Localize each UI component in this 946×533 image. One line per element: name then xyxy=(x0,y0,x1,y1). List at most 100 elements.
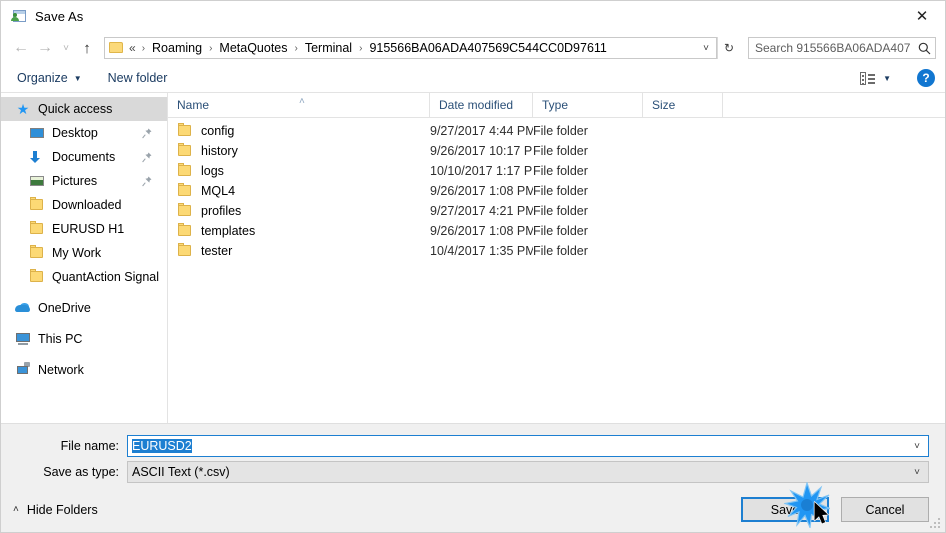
table-row[interactable]: templates 9/26/2017 1:08 PM File folder xyxy=(168,221,945,241)
chevron-down-icon[interactable]: ˅ xyxy=(696,43,716,54)
pin-icon xyxy=(142,128,152,139)
column-header-size[interactable]: Size xyxy=(643,93,723,117)
file-name-row: File name: EURUSD2 ˅ xyxy=(1,435,945,457)
folder-icon xyxy=(177,183,193,199)
file-name-value[interactable]: EURUSD2 xyxy=(128,439,906,453)
dialog-body: ★ Quick access Desktop Documents Picture… xyxy=(1,93,945,423)
file-name-label: tester xyxy=(201,244,233,258)
column-header-type[interactable]: Type xyxy=(533,93,643,117)
sidebar-item-my-work[interactable]: My Work xyxy=(1,241,167,265)
file-type-cell: File folder xyxy=(533,144,588,158)
breadcrumb-separator: › xyxy=(209,42,213,54)
file-list-pane: Name ˄ Date modified Type Size config 9/… xyxy=(168,93,945,423)
breadcrumb-item-terminal[interactable]: Terminal xyxy=(303,41,354,55)
file-name-input[interactable]: EURUSD2 ˅ xyxy=(127,435,929,457)
sort-ascending-icon: ˄ xyxy=(299,96,305,107)
column-header-date-modified[interactable]: Date modified xyxy=(430,93,533,117)
file-type-cell: File folder xyxy=(533,244,588,258)
file-name-cell: tester xyxy=(168,241,430,261)
star-icon: ★ xyxy=(16,101,30,117)
search-input[interactable] xyxy=(749,40,913,56)
folder-icon xyxy=(29,245,45,261)
file-type-cell: File folder xyxy=(533,204,588,218)
sidebar-item-pictures[interactable]: Pictures xyxy=(1,169,167,193)
sidebar-item-this-pc[interactable]: This PC xyxy=(1,327,167,351)
sidebar-item-downloaded[interactable]: Downloaded xyxy=(1,193,167,217)
breadcrumb-item-metaquotes[interactable]: MetaQuotes xyxy=(217,41,289,55)
breadcrumb-overflow[interactable]: « xyxy=(127,41,137,55)
sidebar-item-label: EURUSD H1 xyxy=(52,222,125,236)
navigation-pane: ★ Quick access Desktop Documents Picture… xyxy=(1,93,168,423)
hide-folders-button[interactable]: ˄ Hide Folders xyxy=(13,503,98,517)
table-row[interactable]: profiles 9/27/2017 4:21 PM File folder xyxy=(168,201,945,221)
sidebar-item-label: Downloaded xyxy=(52,198,122,212)
file-name-label: MQL4 xyxy=(201,184,236,198)
column-header-name[interactable]: Name ˄ xyxy=(168,93,430,117)
back-icon[interactable]: ← xyxy=(9,36,33,60)
forward-icon[interactable]: → xyxy=(33,36,57,60)
sidebar-item-onedrive[interactable]: OneDrive xyxy=(1,296,167,320)
save-button[interactable]: Save xyxy=(741,497,829,522)
documents-icon xyxy=(29,149,45,165)
view-list-icon xyxy=(860,71,876,85)
sidebar-item-quick-access[interactable]: ★ Quick access xyxy=(1,97,167,121)
sidebar-item-desktop[interactable]: Desktop xyxy=(1,121,167,145)
table-row[interactable]: config 9/27/2017 4:44 PM File folder xyxy=(168,121,945,141)
sidebar-item-label: This PC xyxy=(38,332,83,346)
network-icon xyxy=(15,362,31,378)
file-date-cell: 9/27/2017 4:21 PM xyxy=(430,204,533,218)
sidebar-item-documents[interactable]: Documents xyxy=(1,145,167,169)
chevron-up-icon: ˄ xyxy=(13,504,19,515)
sidebar-item-network[interactable]: Network xyxy=(1,358,167,382)
file-name-cell: MQL4 xyxy=(168,181,430,201)
file-name-label: templates xyxy=(201,224,256,238)
search-box[interactable] xyxy=(748,37,936,59)
resize-grip[interactable] xyxy=(930,518,942,530)
file-size-cell xyxy=(643,221,723,241)
pictures-icon xyxy=(29,173,45,189)
address-bar[interactable]: « › Roaming › MetaQuotes › Terminal › 91… xyxy=(104,37,717,59)
breadcrumb-item-guid[interactable]: 915566BA06ADA407569C544CC0D97611 xyxy=(367,41,608,55)
command-bar: Organize ▼ New folder ▼ ? xyxy=(1,64,945,93)
search-icon xyxy=(913,42,935,55)
file-name-cell: logs xyxy=(168,161,430,181)
refresh-icon[interactable]: ↻ xyxy=(717,37,740,59)
help-button[interactable]: ? xyxy=(917,69,935,87)
folder-icon xyxy=(177,203,193,219)
cancel-button[interactable]: Cancel xyxy=(841,497,929,522)
folder-icon xyxy=(177,243,193,259)
organize-button[interactable]: Organize ▼ xyxy=(17,71,82,85)
new-folder-label: New folder xyxy=(107,71,168,85)
save-as-dialog: Save As ✕ ← → ˅ ↑ « › Roaming › MetaQuot… xyxy=(0,0,946,533)
up-icon[interactable]: ↑ xyxy=(75,36,99,60)
view-options-button[interactable]: ▼ xyxy=(860,71,891,85)
table-row[interactable]: MQL4 9/26/2017 1:08 PM File folder xyxy=(168,181,945,201)
file-type-cell: File folder xyxy=(533,124,588,138)
table-row[interactable]: history 9/26/2017 10:17 PM File folder xyxy=(168,141,945,161)
file-date-cell: 9/26/2017 10:17 PM xyxy=(430,144,533,158)
file-type-cell: File folder xyxy=(533,224,588,238)
new-folder-button[interactable]: New folder xyxy=(108,71,168,85)
this-pc-icon xyxy=(15,331,31,347)
save-as-type-row: Save as type: ASCII Text (*.csv) ˅ xyxy=(1,461,945,483)
save-as-type-label: Save as type: xyxy=(43,465,119,479)
sidebar-item-quantaction-signal[interactable]: QuantAction Signal xyxy=(1,265,167,289)
close-icon[interactable]: ✕ xyxy=(899,1,945,31)
organize-label: Organize xyxy=(17,71,68,85)
chevron-down-icon[interactable]: ˅ xyxy=(906,441,928,452)
sidebar-item-eurusd-h1[interactable]: EURUSD H1 xyxy=(1,217,167,241)
column-header-name-label: Name xyxy=(177,98,210,112)
breadcrumb-item-roaming[interactable]: Roaming xyxy=(150,41,204,55)
file-size-cell xyxy=(643,241,723,261)
chevron-down-icon[interactable]: ˅ xyxy=(906,467,928,478)
table-row[interactable]: tester 10/4/2017 1:35 PM File folder xyxy=(168,241,945,261)
recent-locations-icon[interactable]: ˅ xyxy=(57,36,75,60)
desktop-icon xyxy=(29,125,45,141)
breadcrumb-separator: › xyxy=(141,42,146,54)
sidebar-item-label: Quick access xyxy=(38,102,113,116)
folder-icon xyxy=(109,42,123,54)
save-as-type-select[interactable]: ASCII Text (*.csv) ˅ xyxy=(127,461,929,483)
table-row[interactable]: logs 10/10/2017 1:17 PM File folder xyxy=(168,161,945,181)
file-name-cell: templates xyxy=(168,221,430,241)
file-name-label: File name: xyxy=(60,439,119,453)
